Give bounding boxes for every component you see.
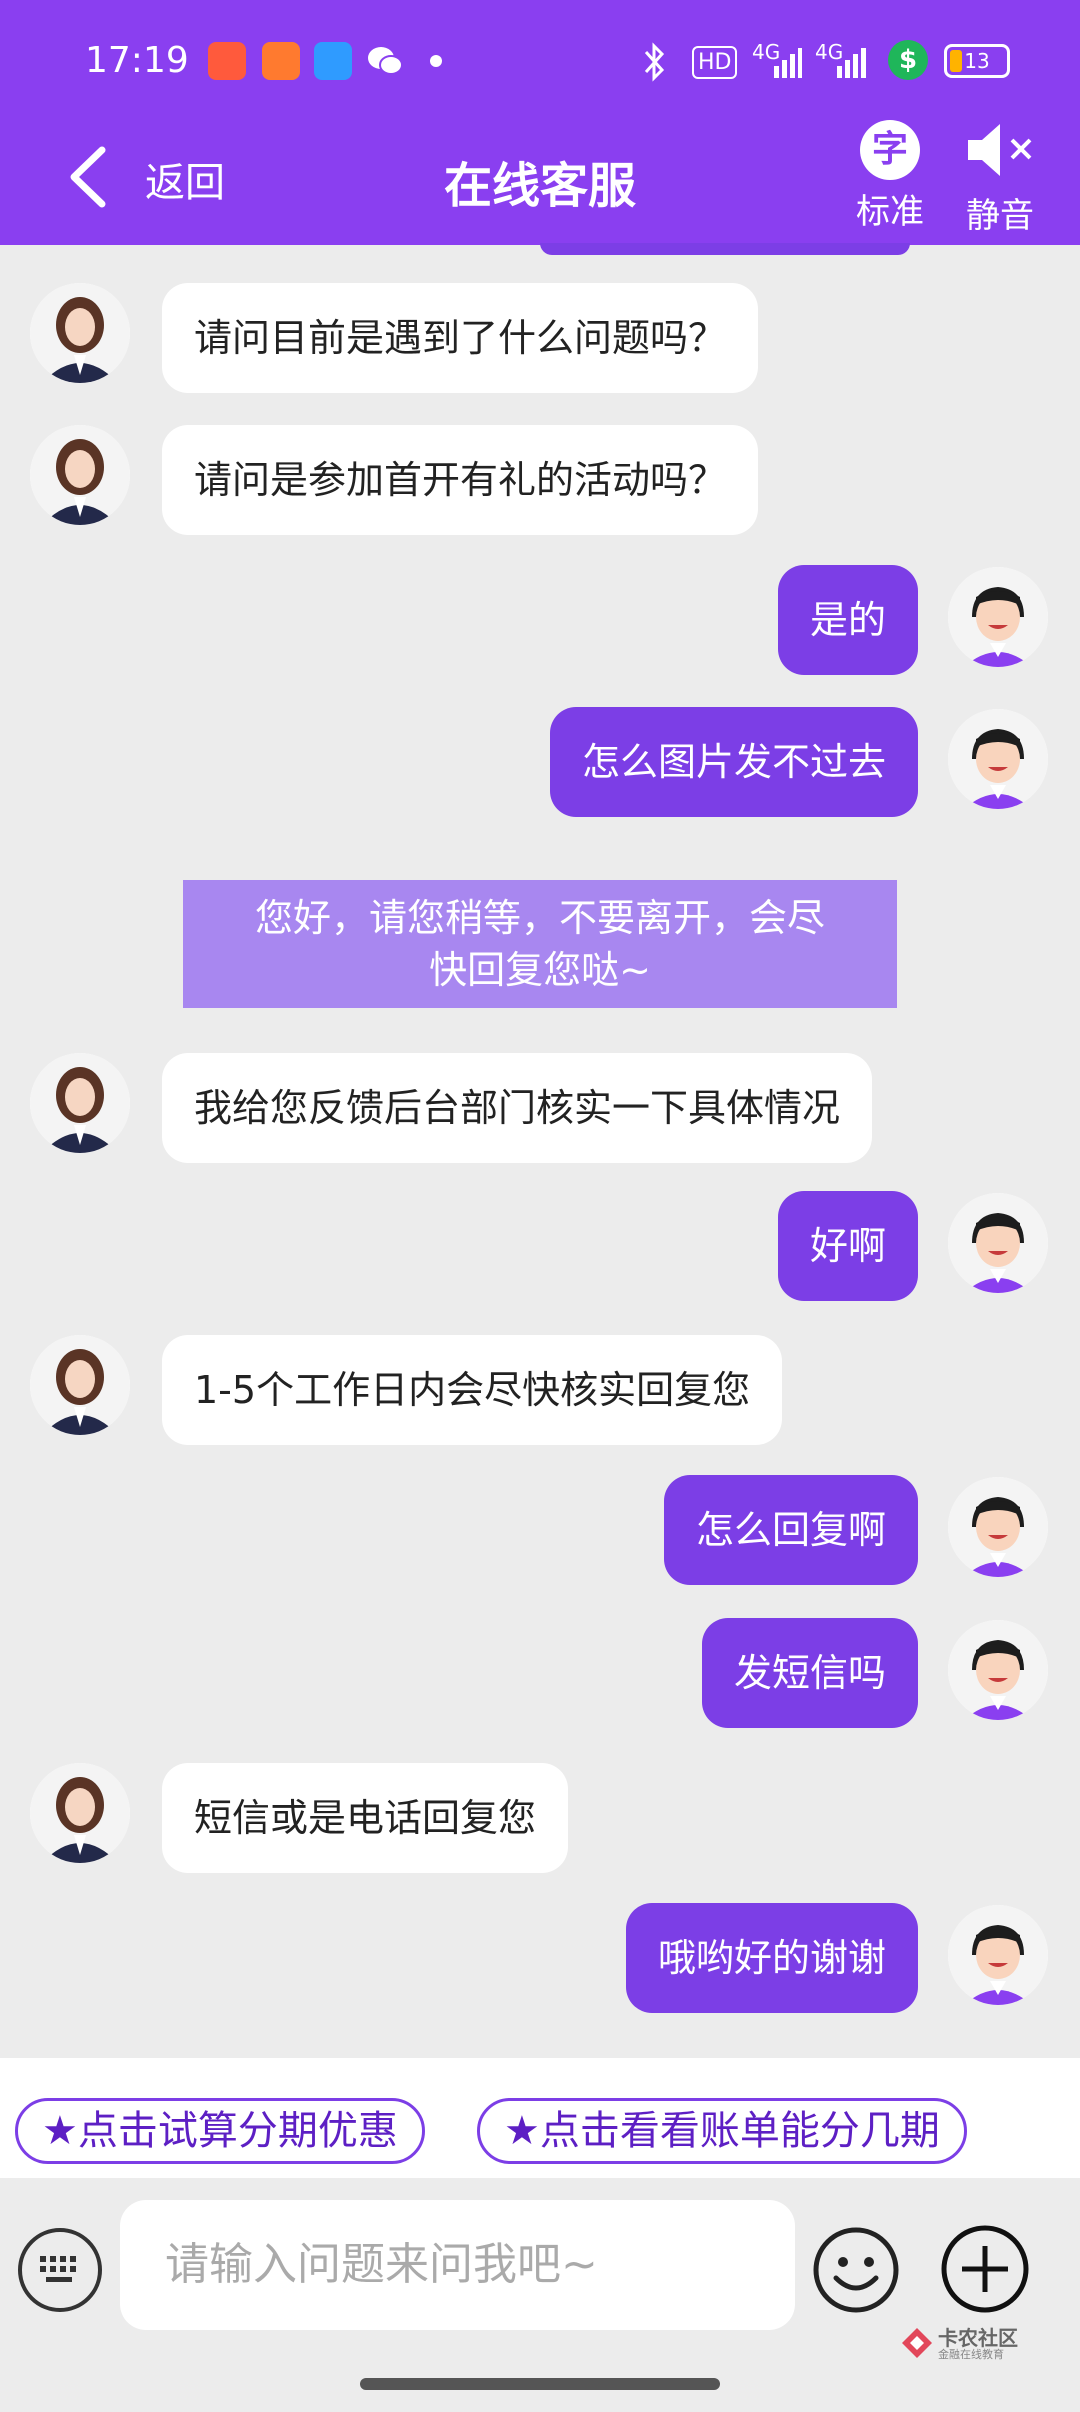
user-avatar: [948, 709, 1048, 809]
emoji-button-icon[interactable]: [812, 2226, 900, 2314]
watermark-subtext: 金融在线教育: [938, 2348, 1004, 2361]
status-time: 17:19: [85, 40, 189, 81]
app-notification-icon: [262, 42, 300, 80]
user-avatar: [948, 1620, 1048, 1720]
user-avatar-icon: [948, 1905, 1048, 2005]
quick-action-installment-trial[interactable]: ★点击试算分期优惠: [15, 2098, 425, 2164]
speaker-mute-icon: [968, 124, 1032, 176]
more-notifications-dot: [430, 55, 442, 67]
user-message-bubble: 怎么回复啊: [663, 1475, 918, 1585]
user-avatar: [948, 567, 1048, 667]
agent-message-bubble: 短信或是电话回复您: [162, 1763, 569, 1873]
agent-message-bubble: 请问目前是遇到了什么问题吗？: [162, 283, 759, 393]
agent-avatar-icon: [30, 283, 130, 383]
agent-message-bubble: 我给您反馈后台部门核实一下具体情况: [162, 1053, 873, 1163]
quick-action-bill-installments[interactable]: ★点击看看账单能分几期: [477, 2098, 967, 2164]
navigation-bar: 返回 在线客服 字 标准 静音: [0, 120, 1080, 245]
previous-message-bubble: [540, 243, 910, 255]
signal-icon: [837, 48, 866, 78]
app-notification-icon: [208, 42, 246, 80]
mute-button[interactable]: 静音: [955, 120, 1045, 237]
user-avatar: [948, 1905, 1048, 2005]
quick-actions-bar: ★点击试算分期优惠 ★点击看看账单能分几期: [0, 2058, 1080, 2178]
user-avatar-icon: [948, 709, 1048, 809]
watermark-icon: [902, 2328, 932, 2358]
message-input[interactable]: 请输入问题来问我吧~: [120, 2200, 795, 2330]
text-mode-label: 标准: [856, 192, 924, 232]
agent-avatar: [30, 1053, 130, 1153]
battery-icon: 13: [944, 44, 1010, 78]
top-header: 17:19 HD 4G 4G $ 13 返回 在线客服 字 标准 静音: [0, 0, 1080, 245]
agent-message-bubble: 1-5个工作日内会尽快核实回复您: [162, 1335, 783, 1445]
plus-button-icon[interactable]: [940, 2224, 1030, 2314]
agent-avatar: [30, 425, 130, 525]
wechat-icon: [368, 47, 403, 75]
bluetooth-icon: [644, 42, 665, 82]
user-avatar-icon: [948, 1620, 1048, 1720]
agent-avatar-icon: [30, 1763, 130, 1863]
keyboard-icon: [40, 2256, 76, 2282]
agent-message-bubble: 请问是参加首开有礼的活动吗？: [162, 425, 759, 535]
user-avatar: [948, 1477, 1048, 1577]
home-indicator[interactable]: [360, 2378, 720, 2390]
agent-avatar: [30, 283, 130, 383]
user-message-bubble: 发短信吗: [701, 1618, 918, 1728]
watermark-logo: 卡农社区 金融在线教育: [900, 2318, 1030, 2368]
input-bar: 请输入问题来问我吧~ 卡农社区 金融在线教育: [0, 2178, 1080, 2412]
user-avatar-icon: [948, 1193, 1048, 1293]
payment-app-icon: $: [888, 40, 928, 80]
user-message-bubble: 是的: [777, 565, 918, 675]
text-mode-icon: 字: [860, 120, 920, 180]
chat-area[interactable]: 请问目前是遇到了什么问题吗？ 请问是参加首开有礼的活动吗？ 是的 怎么图片发不过…: [0, 243, 1080, 2055]
user-message-bubble: 好啊: [777, 1191, 918, 1301]
notice-line: 快回复您哒~: [429, 948, 651, 992]
user-message-bubble: 怎么图片发不过去: [549, 707, 918, 817]
user-avatar: [948, 1193, 1048, 1293]
system-notice: 您好，请您稍等，不要离开，会尽 快回复您哒~: [183, 880, 897, 1008]
user-avatar-icon: [948, 567, 1048, 667]
agent-avatar-icon: [30, 425, 130, 525]
keyboard-toggle-button[interactable]: [18, 2228, 102, 2312]
hd-badge: HD: [692, 46, 738, 79]
mute-label: 静音: [966, 196, 1034, 236]
text-mode-button[interactable]: 字 标准: [850, 120, 930, 233]
notice-line: 您好，请您稍等，不要离开，会尽: [254, 896, 825, 940]
agent-avatar: [30, 1763, 130, 1863]
agent-avatar-icon: [30, 1053, 130, 1153]
agent-avatar: [30, 1335, 130, 1435]
user-avatar-icon: [948, 1477, 1048, 1577]
status-bar: 17:19 HD 4G 4G $ 13: [0, 0, 1080, 120]
app-notification-icon: [314, 42, 352, 80]
user-message-bubble: 哦哟好的谢谢: [625, 1903, 918, 2013]
signal-icon: [774, 48, 802, 78]
agent-avatar-icon: [30, 1335, 130, 1435]
